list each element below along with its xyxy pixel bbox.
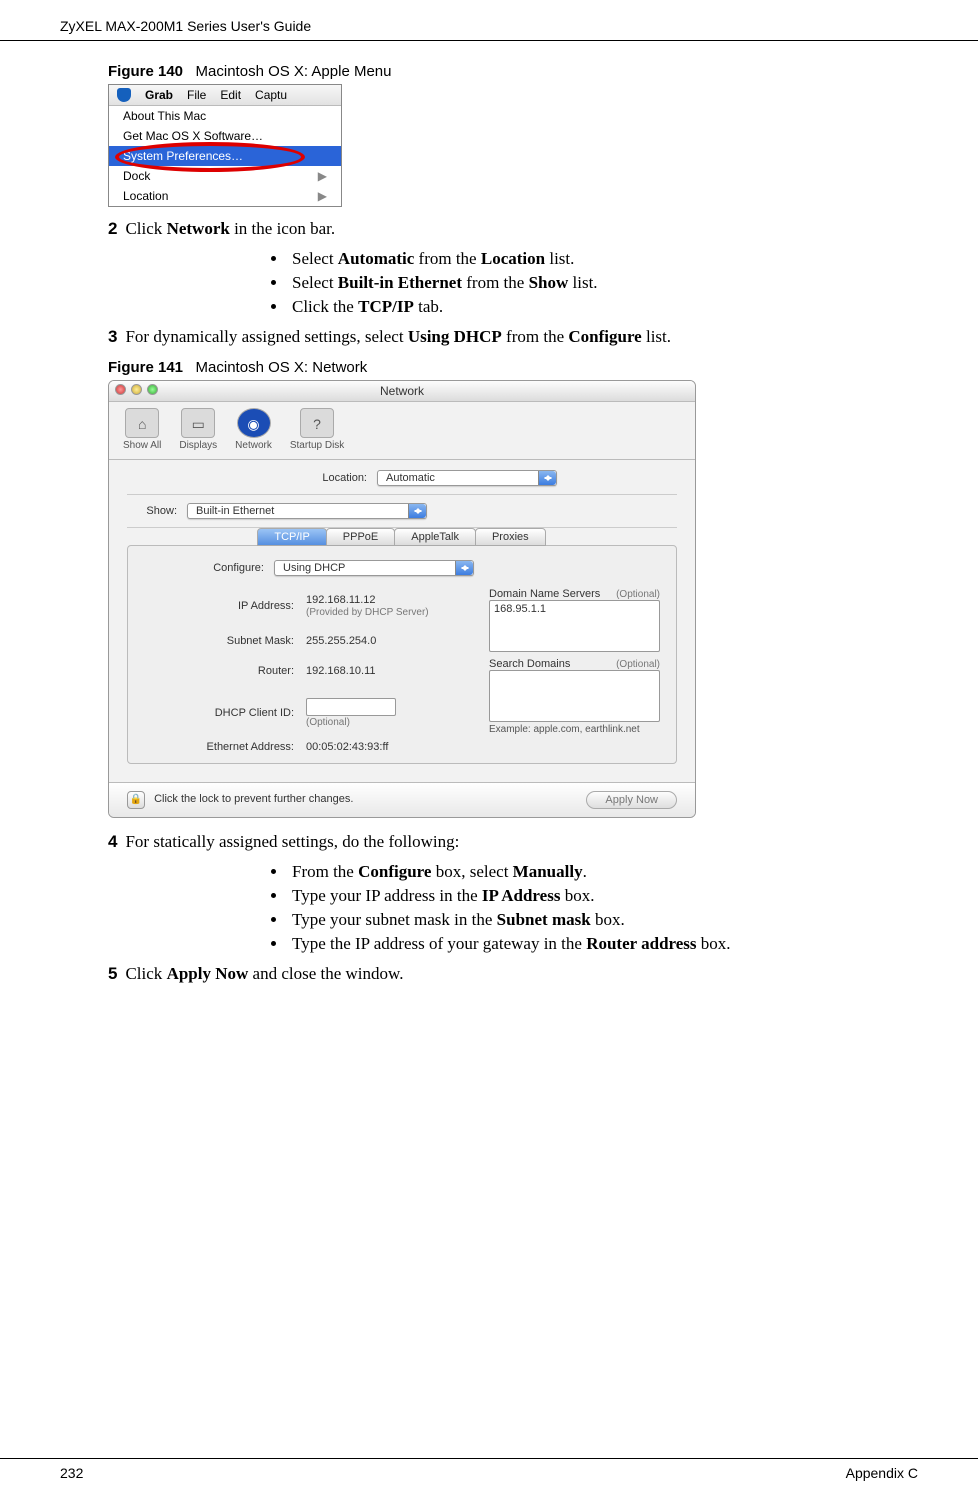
tcpip-panel: Configure: Using DHCP IP Address: 192.16…: [127, 545, 677, 764]
startup-disk-icon: ?: [300, 408, 334, 438]
dhcp-id-optional: (Optional): [306, 717, 350, 728]
tab-tcpip[interactable]: TCP/IP: [257, 528, 326, 546]
window-footer: 🔒 Click the lock to prevent further chan…: [109, 782, 695, 817]
search-optional: (Optional): [616, 659, 660, 670]
chevron-icon: [538, 471, 556, 485]
step-3: 3For dynamically assigned settings, sele…: [108, 327, 906, 347]
toolbar: ⌂Show All ▭Displays ◉Network ?Startup Di…: [109, 402, 695, 460]
tab-bar: TCP/IP PPPoE AppleTalk Proxies: [127, 527, 677, 546]
ip-address-label: IP Address:: [144, 600, 294, 612]
show-label: Show:: [127, 505, 177, 517]
minimize-icon[interactable]: [131, 384, 142, 395]
running-header: ZyXEL MAX-200M1 Series User's Guide: [0, 0, 978, 41]
bullet-ip-address: Type your IP address in the IP Address b…: [288, 886, 906, 906]
subnet-label: Subnet Mask:: [144, 635, 294, 647]
toolbar-network[interactable]: ◉Network: [235, 408, 272, 451]
lock-text: Click the lock to prevent further change…: [154, 793, 353, 805]
menubar-captu: Captu: [255, 88, 287, 102]
toolbar-show-all[interactable]: ⌂Show All: [123, 408, 161, 451]
bullet-subnet-mask: Type your subnet mask in the Subnet mask…: [288, 910, 906, 930]
bullet-router-address: Type the IP address of your gateway in t…: [288, 934, 906, 954]
page-number: 232: [60, 1465, 83, 1481]
traffic-lights: [115, 384, 158, 395]
tab-appletalk[interactable]: AppleTalk: [394, 528, 476, 546]
page-content: Figure 140 Macintosh OS X: Apple Menu Gr…: [0, 41, 978, 984]
tab-proxies[interactable]: Proxies: [475, 528, 546, 546]
menu-system-preferences: System Preferences…: [109, 146, 341, 166]
dns-optional: (Optional): [616, 589, 660, 600]
show-all-icon: ⌂: [125, 408, 159, 438]
toolbar-displays[interactable]: ▭Displays: [179, 408, 217, 451]
router-label: Router:: [144, 665, 294, 677]
apple-icon: [117, 88, 131, 102]
apple-menubar: Grab File Edit Captu: [109, 85, 341, 106]
bullet-tcpip-tab: Click the TCP/IP tab.: [288, 297, 906, 317]
submenu-arrow-icon: ▶: [318, 189, 327, 203]
chevron-icon: [408, 504, 426, 518]
dhcp-client-id-input[interactable]: [306, 698, 396, 716]
show-select[interactable]: Built-in Ethernet: [187, 503, 427, 519]
appendix-label: Appendix C: [846, 1465, 918, 1481]
menubar-grab: Grab: [145, 88, 173, 102]
menubar-edit: Edit: [220, 88, 241, 102]
ethernet-addr-value: 00:05:02:43:93:ff: [306, 741, 477, 753]
apply-now-button[interactable]: Apply Now: [586, 791, 677, 809]
step-4: 4For statically assigned settings, do th…: [108, 832, 906, 852]
running-footer: 232 Appendix C: [0, 1458, 978, 1481]
lock-icon[interactable]: 🔒: [127, 791, 145, 809]
window-title: Network: [380, 384, 424, 398]
menu-location: Location▶: [109, 186, 341, 206]
menu-about-this-mac: About This Mac: [109, 106, 341, 126]
bullet-configure-manually: From the Configure box, select Manually.: [288, 862, 906, 882]
configure-select[interactable]: Using DHCP: [274, 560, 474, 576]
configure-label: Configure:: [144, 562, 264, 574]
figure-140-label: Figure 140 Macintosh OS X: Apple Menu: [108, 63, 906, 80]
toolbar-startup-disk[interactable]: ?Startup Disk: [290, 408, 344, 451]
dns-label: Domain Name Servers: [489, 588, 600, 600]
step-2-bullets: Select Automatic from the Location list.…: [288, 249, 906, 317]
network-icon: ◉: [237, 408, 271, 438]
displays-icon: ▭: [181, 408, 215, 438]
red-ellipse-highlight: [115, 142, 305, 172]
subnet-value: 255.255.254.0: [306, 635, 477, 647]
doc-title: ZyXEL MAX-200M1 Series User's Guide: [60, 18, 311, 34]
step-2: 2Click Network in the icon bar.: [108, 219, 906, 239]
close-icon[interactable]: [115, 384, 126, 395]
search-domains-input[interactable]: [489, 670, 660, 722]
ip-address-value: 192.168.11.12 (Provided by DHCP Server): [306, 594, 477, 618]
step-4-bullets: From the Configure box, select Manually.…: [288, 862, 906, 954]
figure-141-label: Figure 141 Macintosh OS X: Network: [108, 359, 906, 376]
submenu-arrow-icon: ▶: [318, 169, 327, 183]
example-note: Example: apple.com, earthlink.net: [489, 724, 660, 735]
location-select[interactable]: Automatic: [377, 470, 557, 486]
search-domains-label: Search Domains: [489, 658, 570, 670]
dhcp-client-id-label: DHCP Client ID:: [144, 707, 294, 719]
figure-140-image: Grab File Edit Captu About This Mac Get …: [108, 84, 342, 207]
dns-input[interactable]: 168.95.1.1: [489, 600, 660, 652]
tab-pppoe[interactable]: PPPoE: [326, 528, 395, 546]
chevron-icon: [455, 561, 473, 575]
step-5: 5Click Apply Now and close the window.: [108, 964, 906, 984]
window-titlebar: Network: [109, 381, 695, 402]
bullet-automatic: Select Automatic from the Location list.: [288, 249, 906, 269]
network-pref-window: Network ⌂Show All ▭Displays ◉Network ?St…: [108, 380, 696, 818]
bullet-builtin-ethernet: Select Built-in Ethernet from the Show l…: [288, 273, 906, 293]
ethernet-addr-label: Ethernet Address:: [144, 741, 294, 753]
router-value: 192.168.10.11: [306, 665, 477, 677]
menubar-file: File: [187, 88, 206, 102]
location-label: Location:: [247, 472, 367, 484]
zoom-icon[interactable]: [147, 384, 158, 395]
